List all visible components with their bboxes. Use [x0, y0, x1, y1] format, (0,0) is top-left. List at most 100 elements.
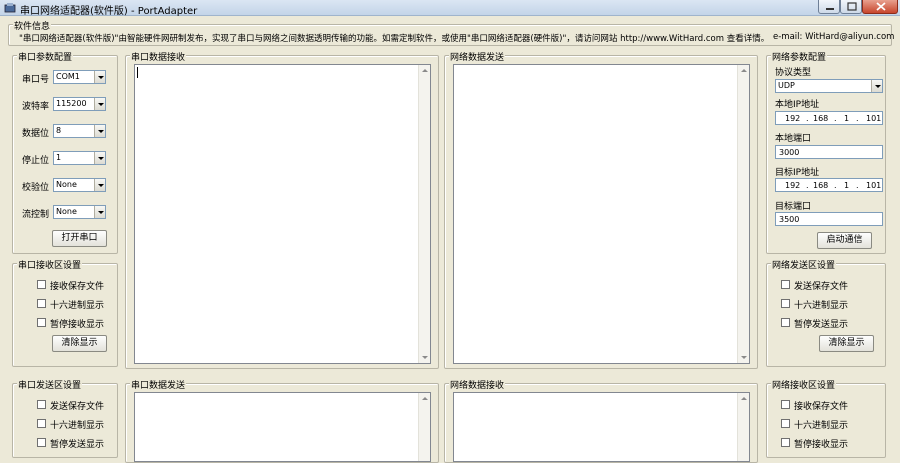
ip-octet: 101 [866, 114, 882, 123]
baud-select[interactable]: 115200 [53, 97, 106, 111]
app-icon [4, 3, 16, 13]
remote-port-label: 目标端口 [775, 202, 812, 212]
chevron-down-icon[interactable] [94, 206, 105, 218]
serial-recv-hex-checkbox[interactable] [37, 299, 46, 308]
net-send-pane: 网络数据发送 [444, 50, 758, 369]
net-recv-pause-label: 暂停接收显示 [794, 440, 849, 450]
serial-recv-hex-label: 十六进制显示 [50, 301, 105, 311]
net-send-pause-checkbox[interactable] [781, 318, 790, 327]
net-recv-hex-checkbox[interactable] [781, 419, 790, 428]
net-recv-settings-legend: 网络接收区设置 [771, 378, 837, 391]
flowctrl-select[interactable]: None [53, 205, 106, 219]
local-ip-input[interactable]: 192. 168. 1. 101 [775, 111, 883, 125]
open-port-button[interactable]: 打开串口 [52, 230, 107, 247]
ip-octet: 1 [844, 114, 850, 123]
protocol-label: 协议类型 [775, 68, 812, 78]
parity-value: None [56, 180, 77, 189]
net-recv-pause-checkbox[interactable] [781, 438, 790, 447]
serial-recv-pause-label: 暂停接收显示 [50, 320, 105, 330]
maximize-icon [847, 2, 857, 11]
chevron-down-icon[interactable] [871, 80, 882, 92]
close-button[interactable] [862, 0, 898, 14]
serial-send-pane-legend: 串口数据发送 [130, 378, 187, 391]
ip-octet: 192 [785, 181, 801, 190]
chevron-down-icon[interactable] [94, 71, 105, 83]
software-info-group: 软件信息 "串口网络适配器(软件版)"由智能硬件网研制发布，实现了串口与网络之间… [8, 19, 895, 46]
baud-value: 115200 [56, 99, 87, 108]
contact-email: e-mail: WitHard@aliyun.com [773, 32, 895, 42]
flowctrl-label: 流控制 [22, 210, 50, 220]
software-info-text: "串口网络适配器(软件版)"由智能硬件网研制发布，实现了串口与网络之间数据透明传… [19, 34, 770, 44]
chevron-down-icon[interactable] [94, 125, 105, 137]
net-recv-scrollbar[interactable] [737, 393, 749, 461]
local-port-input[interactable]: 3000 [775, 145, 883, 159]
software-info-legend: 软件信息 [13, 19, 52, 32]
title-bar: 串口网络适配器(软件版) - PortAdapter [0, 0, 900, 17]
start-comm-button[interactable]: 启动通信 [817, 232, 872, 249]
parity-label: 校验位 [22, 183, 50, 193]
ip-octet: 1 [844, 181, 850, 190]
ip-octet: 192 [785, 114, 801, 123]
net-send-scrollbar[interactable] [737, 65, 749, 363]
serial-recv-save-checkbox[interactable] [37, 280, 46, 289]
scroll-up-icon[interactable] [738, 65, 750, 77]
net-clear-button[interactable]: 清除显示 [819, 335, 874, 352]
ip-octet: 101 [866, 181, 882, 190]
serial-send-textarea[interactable] [134, 392, 431, 462]
chevron-down-icon[interactable] [94, 152, 105, 164]
serial-recv-settings-legend: 串口接收区设置 [17, 258, 83, 271]
serial-send-hex-checkbox[interactable] [37, 419, 46, 428]
net-recv-pane-legend: 网络数据接收 [449, 378, 506, 391]
parity-select[interactable]: None [53, 178, 106, 192]
scroll-down-icon[interactable] [738, 351, 750, 363]
net-recv-hex-label: 十六进制显示 [794, 421, 849, 431]
ip-octet: 168 [813, 181, 829, 190]
scroll-up-icon[interactable] [738, 393, 750, 405]
minimize-icon [826, 8, 834, 10]
scroll-up-icon[interactable] [419, 65, 431, 77]
net-send-pane-legend: 网络数据发送 [449, 50, 506, 63]
maximize-button[interactable] [840, 0, 862, 14]
minimize-button[interactable] [818, 0, 840, 14]
serial-send-hex-label: 十六进制显示 [50, 421, 105, 431]
remote-port-input[interactable]: 3500 [775, 212, 883, 226]
serial-send-pane: 串口数据发送 [125, 378, 439, 463]
close-icon [876, 2, 886, 11]
net-recv-textarea[interactable] [453, 392, 750, 462]
remote-ip-label: 目标IP地址 [775, 168, 820, 178]
databits-select[interactable]: 8 [53, 124, 106, 138]
serial-send-save-label: 发送保存文件 [50, 402, 105, 412]
databits-label: 数据位 [22, 129, 50, 139]
serial-recv-textarea[interactable] [134, 64, 431, 364]
net-send-settings-group: 网络发送区设置 发送保存文件 十六进制显示 暂停发送显示 清除显示 [766, 258, 886, 367]
serial-recv-settings-group: 串口接收区设置 接收保存文件 十六进制显示 暂停接收显示 清除显示 [12, 258, 118, 367]
serial-send-pause-checkbox[interactable] [37, 438, 46, 447]
serial-recv-pause-checkbox[interactable] [37, 318, 46, 327]
net-recv-save-checkbox[interactable] [781, 400, 790, 409]
chevron-down-icon[interactable] [94, 98, 105, 110]
chevron-down-icon[interactable] [94, 179, 105, 191]
serial-clear-button[interactable]: 清除显示 [52, 335, 107, 352]
protocol-select[interactable]: UDP [775, 79, 883, 93]
serial-send-save-checkbox[interactable] [37, 400, 46, 409]
remote-port-value: 3500 [779, 215, 800, 224]
serial-send-scrollbar[interactable] [418, 393, 430, 461]
serial-config-legend: 串口参数配置 [17, 50, 74, 63]
serial-recv-pane-legend: 串口数据接收 [130, 50, 187, 63]
baud-label: 波特率 [22, 102, 50, 112]
net-config-group: 网络参数配置 协议类型 UDP 本地IP地址 192. 168. 1. 101 … [766, 50, 886, 254]
local-port-value: 3000 [779, 148, 800, 157]
net-send-save-checkbox[interactable] [781, 280, 790, 289]
net-send-hex-checkbox[interactable] [781, 299, 790, 308]
serial-recv-scrollbar[interactable] [418, 65, 430, 363]
stopbits-select[interactable]: 1 [53, 151, 106, 165]
remote-ip-input[interactable]: 192. 168. 1. 101 [775, 178, 883, 192]
port-select[interactable]: COM1 [53, 70, 106, 84]
serial-send-settings-group: 串口发送区设置 发送保存文件 十六进制显示 暂停发送显示 [12, 378, 118, 458]
scroll-down-icon[interactable] [419, 351, 431, 363]
scroll-up-icon[interactable] [419, 393, 431, 405]
serial-recv-save-label: 接收保存文件 [50, 282, 105, 292]
text-cursor [137, 67, 138, 78]
net-send-textarea[interactable] [453, 64, 750, 364]
local-port-label: 本地端口 [775, 134, 812, 144]
